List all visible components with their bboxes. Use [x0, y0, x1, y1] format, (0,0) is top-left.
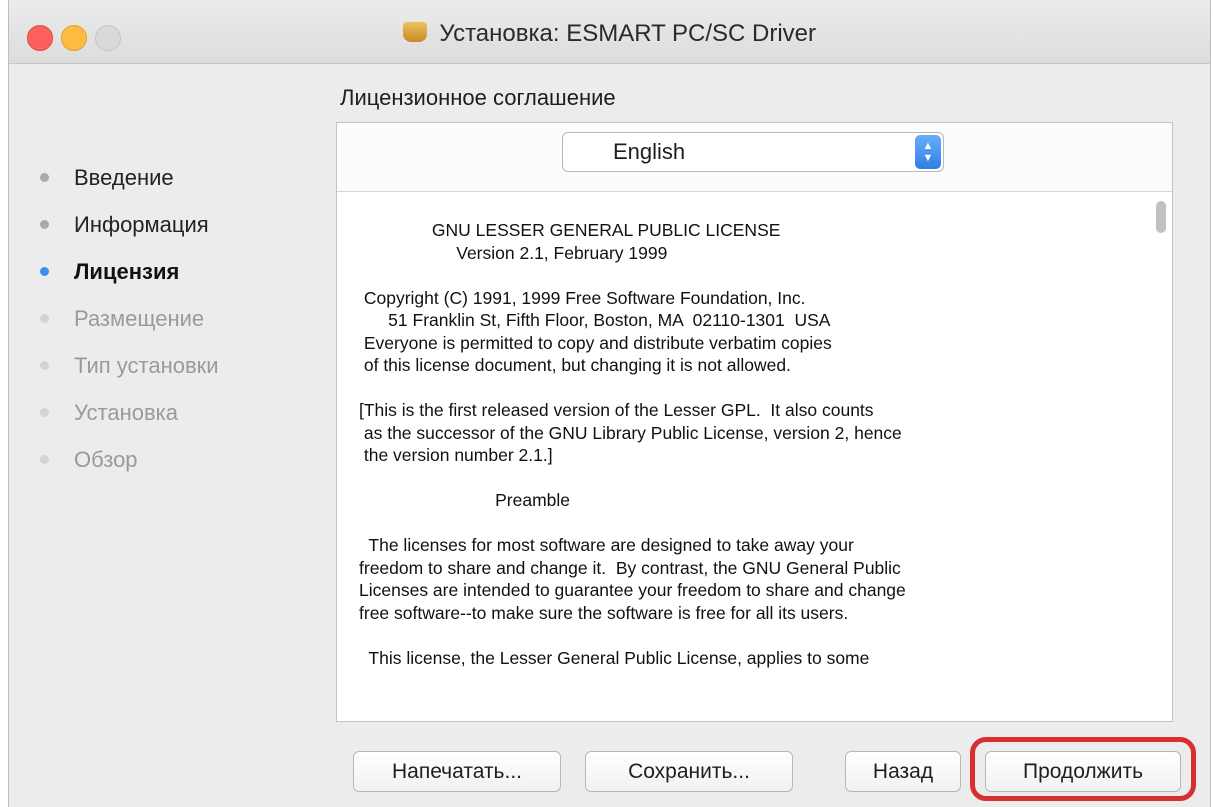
- license-line: This license, the Lesser General Public …: [359, 647, 870, 668]
- step-label: Тип установки: [74, 353, 219, 378]
- license-line: free software--to make sure the software…: [359, 602, 849, 623]
- step-dot-icon: [40, 267, 49, 276]
- title-bar: Установка: ESMART PC/SC Driver: [9, 0, 1210, 64]
- step-dot-icon: [40, 455, 49, 464]
- window-title: Установка: ESMART PC/SC Driver: [439, 20, 817, 47]
- step-dot-icon: [40, 408, 49, 417]
- step-dot-icon: [40, 220, 49, 229]
- license-line: 51 Franklin St, Fifth Floor, Boston, MA …: [359, 310, 831, 330]
- license-line: [359, 512, 1139, 535]
- license-line: Version 2.1, February 1999: [359, 242, 668, 263]
- language-bar: English ▲ ▼: [337, 123, 1172, 192]
- license-line: Everyone is permitted to copy and distri…: [359, 332, 832, 353]
- step-label: Введение: [74, 165, 174, 190]
- license-line: as the successor of the GNU Library Publ…: [359, 422, 902, 443]
- back-button[interactable]: Назад: [845, 751, 961, 792]
- step-label: Установка: [74, 400, 178, 425]
- license-line: [359, 264, 1139, 287]
- license-line: [This is the first released version of t…: [359, 400, 874, 420]
- step-label: Обзор: [74, 447, 138, 472]
- section-title: Лицензионное соглашение: [340, 85, 616, 110]
- license-line: GNU LESSER GENERAL PUBLIC LICENSE: [359, 220, 781, 240]
- save-button[interactable]: Сохранить...: [585, 751, 793, 792]
- step-dot-icon: [40, 361, 49, 370]
- scrollbar-thumb[interactable]: [1156, 201, 1166, 233]
- continue-highlight-annotation: [970, 737, 1196, 801]
- package-icon: [402, 22, 427, 42]
- license-line: [359, 467, 1139, 490]
- license-line: of this license document, but changing i…: [359, 355, 791, 375]
- license-line: Copyright (C) 1991, 1999 Free Software F…: [359, 287, 806, 308]
- license-line: Preamble: [359, 490, 571, 510]
- step-dot-icon: [40, 173, 49, 182]
- up-down-arrows-icon: ▲ ▼: [915, 135, 941, 169]
- license-text: GNU LESSER GENERAL PUBLIC LICENSE Versio…: [359, 219, 1139, 669]
- license-line: [359, 377, 1139, 400]
- license-line: freedom to share and change it. By contr…: [359, 557, 901, 578]
- license-line: The licenses for most software are desig…: [359, 535, 854, 555]
- license-line: [359, 624, 1139, 647]
- window-title-group: Установка: ESMART PC/SC Driver: [9, 20, 1210, 50]
- step-label: Информация: [74, 212, 209, 237]
- language-select[interactable]: English ▲ ▼: [562, 132, 944, 172]
- step-label: Размещение: [74, 306, 205, 331]
- license-panel: English ▲ ▼ GNU LESSER GENERAL PUBLIC LIC…: [336, 122, 1173, 722]
- step-dot-icon: [40, 314, 49, 323]
- print-button[interactable]: Напечатать...: [353, 751, 561, 792]
- license-line: Licenses are intended to guarantee your …: [359, 580, 906, 600]
- license-line: the version number 2.1.]: [359, 445, 553, 465]
- step-label: Лицензия: [74, 259, 180, 284]
- language-select-value: English: [613, 139, 686, 164]
